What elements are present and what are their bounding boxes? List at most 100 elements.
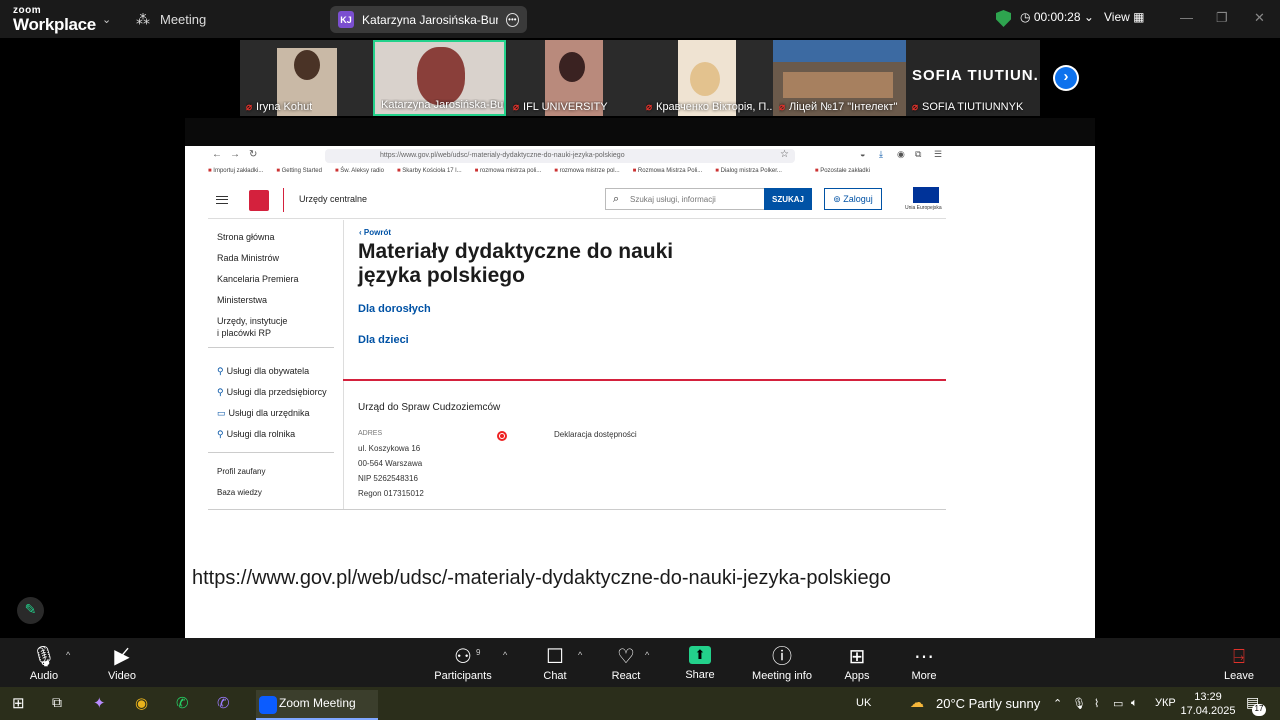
participant-face <box>294 50 320 80</box>
audio-options-caret[interactable]: ^ <box>66 650 70 660</box>
nav-item-ministries[interactable]: Ministerstwa <box>217 295 267 305</box>
chat-options-caret[interactable]: ^ <box>578 650 582 660</box>
muted-mic-icon: ⌀ <box>513 101 520 113</box>
participant-name-text: Ліцей №17 "Інтелект" <box>789 101 898 113</box>
microphone-tray-icon[interactable]: 🎙︎ <box>1072 697 1086 710</box>
participant-tile[interactable]: ⌀ Кравченко Вікторія, П... <box>640 40 773 116</box>
participant-tile[interactable]: ⌀ IFL UNIVERSITY <box>507 40 640 116</box>
menu-icon[interactable]: ☰ <box>934 149 942 160</box>
leave-button[interactable]: ⍈ Leave <box>1199 646 1279 682</box>
address-header: ADRES <box>358 430 383 437</box>
site-search-input[interactable]: ⌕ Szukaj usługi, informacji <box>605 188 765 210</box>
maximize-icon[interactable]: ❐ <box>1216 10 1228 26</box>
link-kids[interactable]: Dla dzieci <box>358 334 409 346</box>
chat-button[interactable]: ☐ Chat ^ <box>515 646 595 682</box>
extensions-icon[interactable]: ⧉ <box>915 149 921 160</box>
volume-icon[interactable]: 🔈︎ <box>1131 697 1138 710</box>
presenter-avatar: KJ <box>338 11 355 28</box>
bookmark-item[interactable]: Importuj zakładki... <box>208 168 263 180</box>
participant-name: ⌀ SOFIA TIUTIUNNYK <box>912 101 1023 113</box>
task-view-icon[interactable]: ⧉ <box>52 694 62 711</box>
meeting-tab[interactable]: ⁂ Meeting <box>136 11 206 28</box>
back-link[interactable]: ‹ Powrót <box>359 228 391 237</box>
bookmark-item[interactable]: Św. Aleksy radio <box>335 168 384 180</box>
participant-tile[interactable]: ⌀ Iryna Kohut <box>240 40 373 116</box>
weather-text[interactable]: 20°C Partly sunny <box>936 696 1040 711</box>
nav-item-institutions[interactable]: Urzędy, instytucje <box>217 316 287 326</box>
bookmark-item[interactable]: Rozmowa Mistrza Poli... <box>633 168 702 180</box>
pocket-icon[interactable]: ◒ <box>860 149 865 159</box>
nav-item-institutions-cont[interactable]: i placówki RP <box>217 328 271 338</box>
notification-count: 17 <box>1252 704 1266 716</box>
account-icon[interactable]: ◉ <box>897 149 905 160</box>
bookmark-item[interactable]: Skarby Kościoła 17 l... <box>397 168 461 180</box>
address-bar[interactable]: https://www.gov.pl/web/udsc/-materialy-d… <box>325 149 795 163</box>
search-button[interactable]: SZUKAJ <box>764 188 812 210</box>
more-button[interactable]: ⋯ More <box>884 646 964 682</box>
logo-product: Workplace <box>13 15 96 34</box>
participants-options-caret[interactable]: ^ <box>503 650 507 660</box>
viber-icon[interactable]: ✆ <box>217 694 230 712</box>
whatsapp-icon[interactable]: ✆ <box>176 694 189 712</box>
participant-tile[interactable]: ⌀ Ліцей №17 "Інтелект" <box>773 40 906 116</box>
nav-item-citizen[interactable]: ⚲ Usługi dla obywatela <box>217 366 309 377</box>
audio-button[interactable]: 🎙︎ Audio ^ <box>4 646 84 682</box>
address-line: ul. Koszykowa 16 <box>358 444 421 453</box>
view-button[interactable]: View ▦ <box>1104 10 1144 24</box>
download-icon[interactable]: ⤓ <box>879 149 883 160</box>
link-adults[interactable]: Dla dorosłych <box>358 303 431 315</box>
bookmark-item[interactable]: Getting Started <box>276 168 322 180</box>
participant-name-text: SOFIA TIUTIUNNYK <box>922 101 1024 113</box>
accessibility-link[interactable]: Deklaracja dostępności <box>554 430 637 439</box>
more-options-icon[interactable]: ••• <box>505 12 519 27</box>
login-button[interactable]: ⊚ Zaloguj <box>824 188 882 210</box>
notification-center-icon[interactable]: ▤ 17 <box>1246 694 1266 716</box>
address-line: NIP 5262548316 <box>358 474 418 483</box>
participants-button[interactable]: ⚇ Participants 9 ^ <box>423 646 507 682</box>
participant-tile[interactable]: SOFIA TIUTIUN... ⌀ SOFIA TIUTIUNNYK <box>906 40 1039 116</box>
share-screen-button[interactable]: ⬆ Share <box>660 646 740 681</box>
chevron-down-icon[interactable]: ⌄ <box>102 13 111 26</box>
bookmark-item[interactable]: Dialog mistrza Polker... <box>715 168 782 180</box>
windows-start-icon[interactable]: ⊞ <box>12 694 25 712</box>
polish-emblem-logo <box>249 190 269 211</box>
video-button[interactable]: ▶̸ Video <box>82 646 162 682</box>
reload-icon[interactable]: ↻ <box>249 149 257 160</box>
nav-item-home[interactable]: Strona główna <box>217 232 275 242</box>
copilot-icon[interactable]: ✦ <box>93 694 106 712</box>
participant-face <box>417 47 465 105</box>
keyboard-layout-uk[interactable]: UK <box>856 697 871 709</box>
star-icon[interactable]: ☆ <box>780 149 789 160</box>
meeting-info-button[interactable]: ⓘ Meeting info <box>742 646 822 682</box>
muted-mic-icon: ⌀ <box>779 101 786 113</box>
windows-taskbar <box>0 687 1280 720</box>
react-button[interactable]: ♡ React ^ <box>586 646 666 682</box>
screen-share-indicator[interactable]: KJ Katarzyna Jarosińska-Buriak's scr ••• <box>330 6 527 33</box>
taskbar-clock[interactable]: 13:29 17.04.2025 <box>1180 690 1236 718</box>
tray-chevron-icon[interactable]: ⌃ <box>1053 697 1062 710</box>
minimize-icon[interactable]: — <box>1180 10 1193 25</box>
participant-tile-active[interactable]: Katarzyna Jarosińska-Buri... <box>373 40 506 116</box>
bookmark-item[interactable]: Pozostałe zakładki <box>815 168 870 180</box>
react-options-caret[interactable]: ^ <box>645 650 649 660</box>
annotate-pencil-icon[interactable]: ✎ <box>17 597 44 624</box>
battery-icon[interactable]: ▭ <box>1113 697 1123 710</box>
chrome-icon[interactable]: ◉ <box>135 694 148 712</box>
taskbar-zoom-meeting[interactable]: Zoom Meeting <box>256 690 378 720</box>
back-arrow-icon[interactable]: ← <box>212 149 222 160</box>
bookmark-item[interactable]: rozmowa mistrze pol... <box>554 168 620 180</box>
wifi-icon[interactable]: ⌇ <box>1094 697 1099 710</box>
site-section-label[interactable]: Urzędy centralne <box>299 194 367 204</box>
keyboard-layout-ukr[interactable]: УКР <box>1155 697 1176 709</box>
nav-item-council[interactable]: Rada Ministrów <box>217 253 279 263</box>
next-participants-button[interactable]: › <box>1053 65 1079 91</box>
forward-arrow-icon[interactable]: → <box>230 149 240 160</box>
search-icon: ⌕ <box>613 193 620 205</box>
view-label: View <box>1104 10 1130 24</box>
participant-name-text: Кравченко Вікторія, П... <box>656 101 773 113</box>
bookmark-item[interactable]: rozmowa mistrza poli... <box>475 168 541 180</box>
close-icon[interactable]: ✕ <box>1254 10 1265 26</box>
nav-item-chancellery[interactable]: Kancelaria Premiera <box>217 274 299 284</box>
shared-url-caption: https://www.gov.pl/web/udsc/-materialy-d… <box>192 567 891 589</box>
hamburger-menu-icon[interactable] <box>216 196 228 204</box>
